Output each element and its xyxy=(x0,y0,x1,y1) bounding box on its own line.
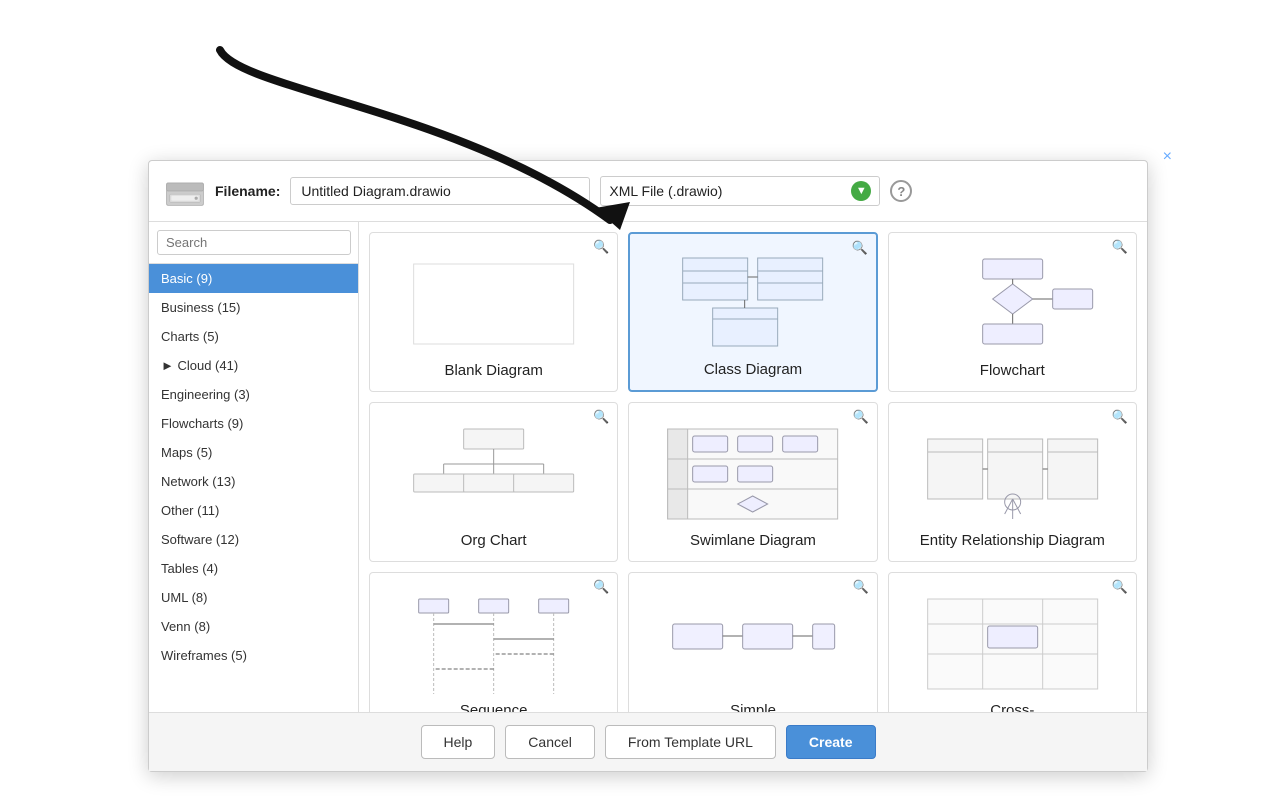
sidebar-item-flowcharts[interactable]: Flowcharts (9) xyxy=(149,409,358,438)
sidebar-item-tables[interactable]: Tables (4) xyxy=(149,554,358,583)
magnify-icon-flowchart: 🔍 xyxy=(1112,239,1128,255)
template-label-orgchart: Org Chart xyxy=(461,532,527,549)
sidebar-item-business[interactable]: Business (15) xyxy=(149,293,358,322)
sidebar-item-software[interactable]: Software (12) xyxy=(149,525,358,554)
search-input[interactable] xyxy=(157,230,351,255)
template-card-simple[interactable]: 🔍 Simple xyxy=(628,572,877,712)
category-list: Basic (9) Business (15) Charts (5) ► Clo… xyxy=(149,264,358,712)
magnify-icon-cross: 🔍 xyxy=(1112,579,1128,595)
filename-label: Filename: xyxy=(215,183,280,199)
template-label-class: Class Diagram xyxy=(704,361,802,378)
cancel-button[interactable]: Cancel xyxy=(505,725,595,759)
create-button[interactable]: Create xyxy=(786,725,876,759)
dialog-header: Filename: XML File (.drawio) ▼ ? xyxy=(149,161,1147,222)
preview-blank xyxy=(378,254,609,354)
sidebar-item-venn[interactable]: Venn (8) xyxy=(149,612,358,641)
template-label-flowchart: Flowchart xyxy=(980,362,1045,379)
help-button[interactable]: Help xyxy=(421,725,496,759)
filetype-text: XML File (.drawio) xyxy=(609,183,845,199)
sidebar-item-cloud[interactable]: ► Cloud (41) xyxy=(149,351,358,380)
template-card-erd[interactable]: 🔍 Entity Re xyxy=(888,402,1137,562)
template-card-class[interactable]: 🔍 Class Diagram xyxy=(628,232,877,392)
template-card-sequence[interactable]: 🔍 Sequence xyxy=(369,572,618,712)
filename-input[interactable] xyxy=(290,177,590,205)
sidebar-item-maps[interactable]: Maps (5) xyxy=(149,438,358,467)
magnify-icon-erd: 🔍 xyxy=(1112,409,1128,425)
preview-simple xyxy=(637,594,868,694)
disk-icon xyxy=(165,175,205,207)
filetype-select[interactable]: XML File (.drawio) ▼ xyxy=(600,176,880,206)
template-grid: 🔍 Blank Diagram 🔍 xyxy=(369,232,1137,712)
search-wrapper: 🔍 xyxy=(149,222,358,264)
preview-sequence xyxy=(378,594,609,694)
template-card-blank[interactable]: 🔍 Blank Diagram xyxy=(369,232,618,392)
sidebar-item-wireframes[interactable]: Wireframes (5) xyxy=(149,641,358,670)
preview-cross xyxy=(897,594,1128,694)
preview-flowchart xyxy=(897,254,1128,354)
template-area: 🔍 Blank Diagram 🔍 xyxy=(359,222,1147,712)
dialog-body: 🔍 Basic (9) Business (15) Charts (5) ► C… xyxy=(149,222,1147,712)
sidebar-item-network[interactable]: Network (13) xyxy=(149,467,358,496)
template-card-swimlane[interactable]: 🔍 Swimlane Diagram xyxy=(628,402,877,562)
sidebar-item-other[interactable]: Other (11) xyxy=(149,496,358,525)
help-icon[interactable]: ? xyxy=(890,180,912,202)
preview-orgchart xyxy=(378,424,609,524)
magnify-icon-swimlane: 🔍 xyxy=(852,409,868,425)
magnify-icon-simple: 🔍 xyxy=(852,579,868,595)
template-label-simple: Simple xyxy=(730,702,776,712)
template-card-cross[interactable]: 🔍 Cross- xyxy=(888,572,1137,712)
template-label-cross: Cross- xyxy=(990,702,1034,712)
sidebar-item-engineering[interactable]: Engineering (3) xyxy=(149,380,358,409)
sidebar-item-uml[interactable]: UML (8) xyxy=(149,583,358,612)
template-label-blank: Blank Diagram xyxy=(444,362,542,379)
magnify-icon-orgchart: 🔍 xyxy=(593,409,609,425)
sidebar: 🔍 Basic (9) Business (15) Charts (5) ► C… xyxy=(149,222,359,712)
magnify-icon-sequence: 🔍 xyxy=(593,579,609,595)
template-card-flowchart[interactable]: 🔍 Flowchart xyxy=(888,232,1137,392)
close-button[interactable]: × xyxy=(1163,148,1172,166)
template-label-erd: Entity Relationship Diagram xyxy=(920,532,1105,549)
template-url-button[interactable]: From Template URL xyxy=(605,725,776,759)
template-label-swimlane: Swimlane Diagram xyxy=(690,532,816,549)
dialog-container: Filename: XML File (.drawio) ▼ ? 🔍 Basic… xyxy=(148,160,1148,772)
preview-swimlane xyxy=(637,424,868,524)
magnify-icon-class: 🔍 xyxy=(851,240,867,256)
dialog-footer: Help Cancel From Template URL Create xyxy=(149,712,1147,771)
preview-class xyxy=(638,253,867,353)
template-label-sequence: Sequence xyxy=(460,702,528,712)
preview-erd xyxy=(897,424,1128,524)
sidebar-item-charts[interactable]: Charts (5) xyxy=(149,322,358,351)
sidebar-item-basic[interactable]: Basic (9) xyxy=(149,264,358,293)
template-card-orgchart[interactable]: 🔍 Org Chart xyxy=(369,402,618,562)
dropdown-icon: ▼ xyxy=(851,181,871,201)
magnify-icon: 🔍 xyxy=(593,239,609,255)
